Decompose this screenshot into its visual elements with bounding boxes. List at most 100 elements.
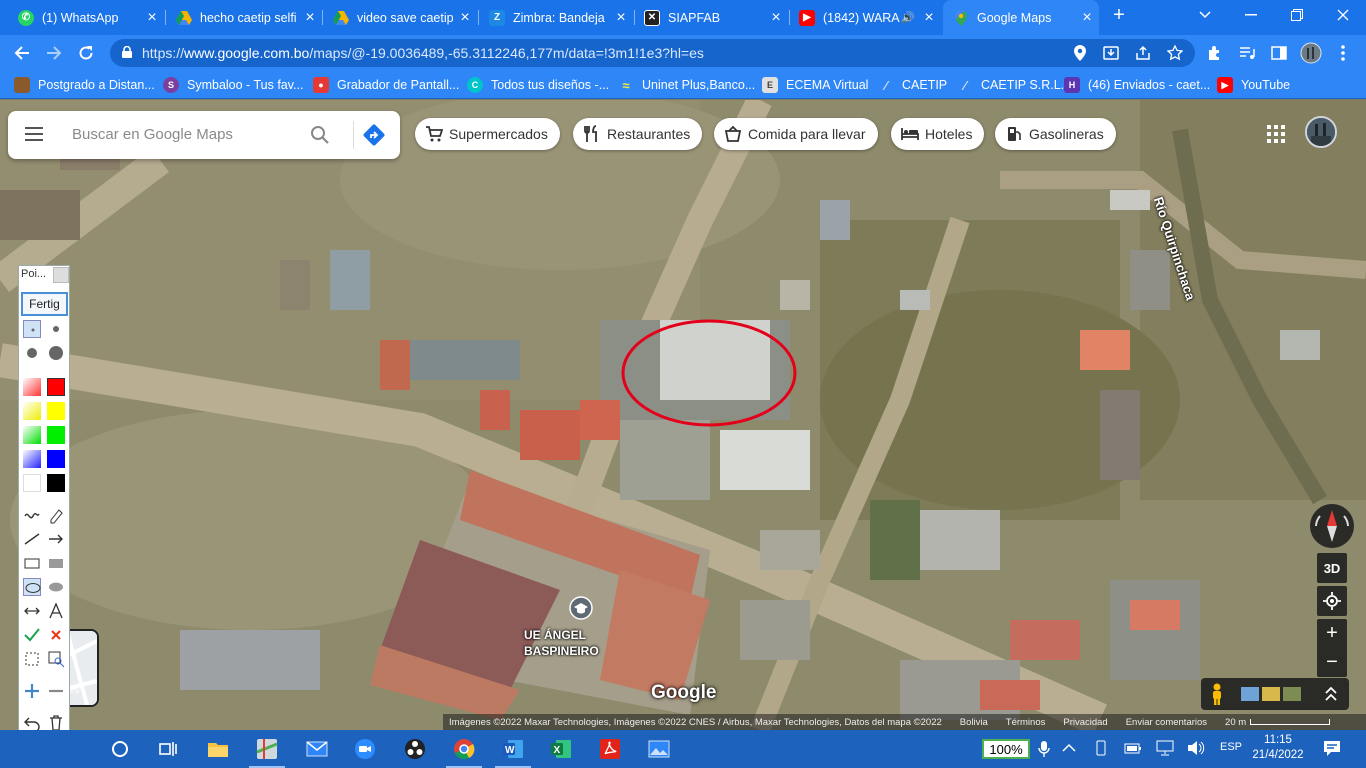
location-pin-icon[interactable]	[1068, 41, 1092, 65]
color-light-green[interactable]	[23, 426, 41, 444]
zoom-in-button[interactable]: +	[1317, 619, 1347, 648]
bookmark-grabador[interactable]: ● Grabador de Pantall...	[313, 75, 459, 95]
done-button[interactable]: Fertig	[21, 292, 68, 316]
close-tab-icon[interactable]: ×	[140, 9, 164, 27]
freehand-pen-icon[interactable]	[23, 506, 41, 524]
pen-size-large[interactable]	[23, 344, 41, 362]
tab-youtube[interactable]: ▶ (1842) WARA 🔊 ×	[789, 0, 941, 35]
google-apps-grid-icon[interactable]	[1266, 124, 1286, 144]
scale-label[interactable]: 20 m	[1225, 717, 1246, 728]
pen-size-xlarge[interactable]	[47, 344, 65, 362]
forward-icon[interactable]	[42, 41, 66, 65]
bookmark-symbaloo[interactable]: S Symbaloo - Tus fav...	[163, 75, 303, 95]
tray-phone-icon[interactable]	[1093, 740, 1109, 759]
tab-whatsapp[interactable]: ✆ (1) WhatsApp ×	[8, 0, 164, 35]
zoom-region-icon[interactable]	[47, 650, 65, 668]
filled-rectangle-tool-icon[interactable]	[47, 554, 65, 572]
install-app-icon[interactable]	[1099, 41, 1123, 65]
photos-app-icon[interactable]	[647, 737, 671, 761]
tray-chevron-up-icon[interactable]	[1062, 740, 1076, 756]
close-tab-icon[interactable]: ×	[453, 9, 477, 27]
menu-kebab-icon[interactable]	[1331, 41, 1355, 65]
color-white[interactable]	[23, 474, 41, 492]
file-explorer-icon[interactable]	[206, 737, 230, 761]
mail-app-icon[interactable]	[305, 737, 329, 761]
chip-hoteles[interactable]: Hoteles	[891, 118, 985, 150]
tab-video-save[interactable]: video save caetip ×	[323, 0, 477, 35]
close-tab-icon[interactable]: ×	[764, 9, 788, 27]
line-tool-icon[interactable]	[23, 530, 41, 548]
chip-comida-para-llevar[interactable]: Comida para llevar	[714, 118, 878, 150]
tab-hecho-caetip[interactable]: hecho caetip selfi ×	[166, 0, 322, 35]
back-icon[interactable]	[10, 41, 34, 65]
school-label-line1[interactable]: UE ÁNGEL	[524, 628, 586, 642]
map-canvas[interactable]: Buscar en Google Maps Supermercados Rest…	[0, 100, 1366, 730]
pegman-icon[interactable]	[1209, 683, 1225, 705]
chip-supermercados[interactable]: Supermercados	[415, 118, 560, 150]
country-link[interactable]: Bolivia	[960, 717, 988, 728]
color-black[interactable]	[47, 474, 65, 492]
acrobat-app-icon[interactable]	[598, 737, 622, 761]
tab-search-chevron-icon[interactable]	[1182, 0, 1228, 30]
reload-icon[interactable]	[74, 41, 98, 65]
chrome-app-icon[interactable]	[446, 737, 482, 768]
3d-toggle-button[interactable]: 3D	[1317, 553, 1347, 583]
bookmark-enviados[interactable]: H (46) Enviados - caet...	[1064, 75, 1210, 95]
zoom-out-button[interactable]: −	[1317, 648, 1347, 677]
color-red[interactable]	[47, 378, 65, 396]
highlighter-icon[interactable]	[47, 506, 65, 524]
microphone-icon[interactable]	[1038, 740, 1050, 761]
battery-icon[interactable]	[1124, 740, 1142, 759]
color-light-blue[interactable]	[23, 450, 41, 468]
color-blue[interactable]	[47, 450, 65, 468]
zoom-out-palette-icon[interactable]	[47, 682, 65, 700]
zoom-in-palette-icon[interactable]	[23, 682, 41, 700]
text-tool-icon[interactable]	[47, 602, 65, 620]
crop-select-icon[interactable]	[23, 650, 41, 668]
layer-thumb-sky[interactable]	[1241, 687, 1259, 701]
layer-thumb-satellite[interactable]	[1283, 687, 1301, 701]
share-icon[interactable]	[1131, 41, 1155, 65]
ellipse-tool-icon[interactable]	[23, 578, 41, 596]
bookmark-postgrado[interactable]: Postgrado a Distan...	[14, 75, 155, 95]
tab-zimbra[interactable]: Z Zimbra: Bandeja ×	[479, 0, 633, 35]
search-icon[interactable]	[308, 123, 332, 147]
restore-button[interactable]	[1274, 0, 1320, 30]
bookmark-star-icon[interactable]	[1163, 41, 1187, 65]
color-yellow[interactable]	[47, 402, 65, 420]
obs-app-icon[interactable]	[403, 737, 427, 761]
close-window-button[interactable]	[1320, 0, 1366, 30]
cortana-icon[interactable]	[108, 737, 132, 761]
minimize-button[interactable]	[1228, 0, 1274, 30]
school-pin-icon[interactable]	[569, 596, 593, 620]
language-indicator[interactable]: ESP	[1220, 741, 1242, 753]
lock-icon[interactable]	[122, 45, 132, 61]
directions-icon[interactable]	[362, 123, 386, 147]
bookmark-ecema[interactable]: E ECEMA Virtual	[762, 75, 868, 95]
bookmark-canva[interactable]: C Todos tus diseños -...	[467, 75, 609, 95]
excel-app-icon[interactable]: X	[549, 737, 573, 761]
color-green[interactable]	[47, 426, 65, 444]
close-tab-icon[interactable]: ×	[609, 9, 633, 27]
bookmark-caetip-srl[interactable]: ⁄ CAETIP S.R.L.	[957, 75, 1064, 95]
chip-gasolineras[interactable]: Gasolineras	[995, 118, 1116, 150]
zoom-level-indicator[interactable]: 100%	[982, 739, 1030, 759]
hamburger-menu-icon[interactable]	[22, 123, 46, 147]
maps-app-icon[interactable]	[249, 737, 285, 768]
close-tab-icon[interactable]: ×	[1075, 9, 1099, 27]
zoom-app-icon[interactable]	[353, 737, 377, 761]
task-view-icon[interactable]	[156, 737, 180, 761]
close-tab-icon[interactable]: ×	[917, 9, 941, 27]
rectangle-tool-icon[interactable]	[23, 554, 41, 572]
filled-ellipse-tool-icon[interactable]	[47, 578, 65, 596]
school-label-line2[interactable]: BASPINEIRO	[524, 644, 599, 658]
expand-layers-chevron-icon[interactable]	[1324, 686, 1338, 702]
layer-thumb-terrain[interactable]	[1262, 687, 1280, 701]
account-avatar[interactable]	[1305, 116, 1337, 148]
media-control-icon[interactable]	[1235, 41, 1259, 65]
tab-google-maps[interactable]: Google Maps ×	[943, 0, 1099, 35]
search-input[interactable]: Buscar en Google Maps	[72, 126, 233, 143]
double-arrow-tool-icon[interactable]	[23, 602, 41, 620]
terms-link[interactable]: Términos	[1006, 717, 1046, 728]
chip-restaurantes[interactable]: Restaurantes	[573, 118, 703, 150]
